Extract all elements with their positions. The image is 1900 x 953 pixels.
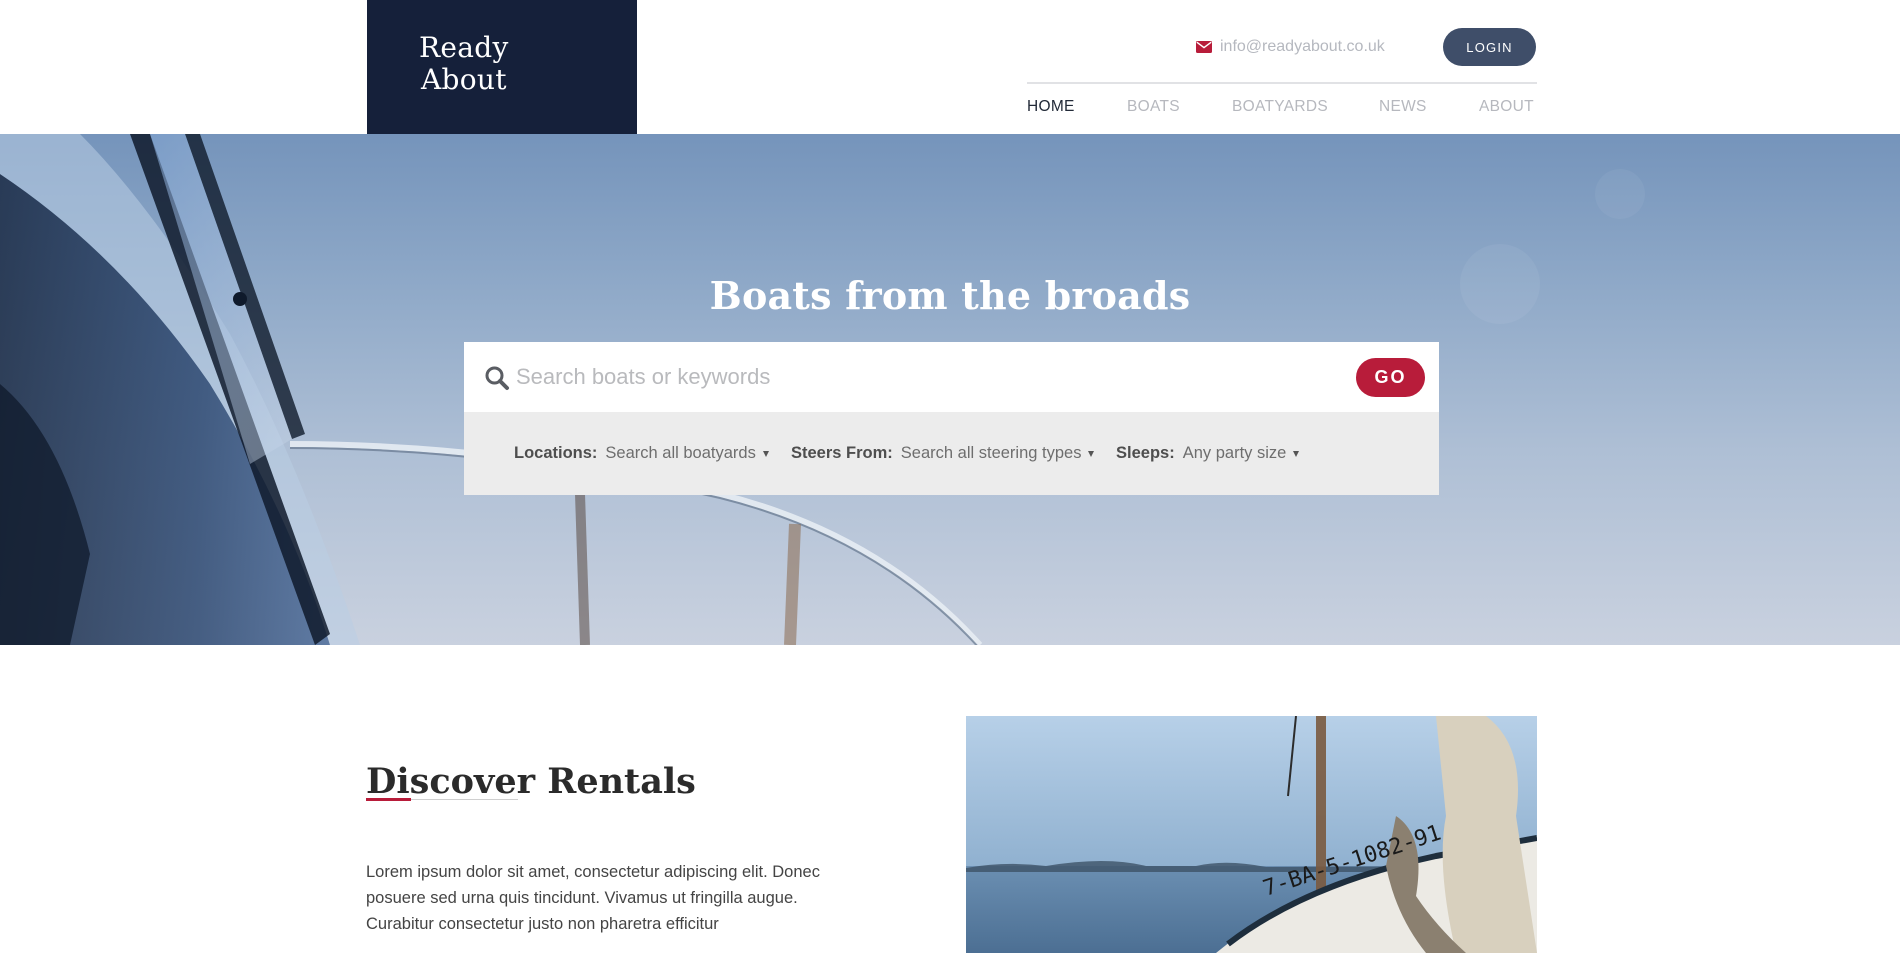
nav-divider	[1027, 82, 1537, 84]
filter-sleeps-value[interactable]: Any party size	[1183, 444, 1287, 463]
nav-item-home[interactable]: HOME	[1027, 98, 1075, 116]
hero-title: Boats from the broads	[709, 273, 1191, 319]
discover-boat-image: 7-BA-5-1082-91	[966, 716, 1537, 953]
title-divider	[366, 798, 518, 801]
filter-locations[interactable]: Locations: Search all boatyards	[514, 444, 769, 463]
discover-body: Lorem ipsum dolor sit amet, consectetur …	[366, 862, 820, 933]
filter-steers-from-label: Steers From:	[791, 444, 893, 462]
caret-down-icon	[1088, 450, 1095, 457]
discover-title: Discover Rentals	[366, 761, 696, 803]
nav-item-boats[interactable]: BOATS	[1127, 98, 1180, 116]
hero-banner: Boats from the broads GO Locations: Sear…	[0, 134, 1900, 645]
go-button[interactable]: GO	[1356, 358, 1425, 397]
contact-email[interactable]: info@readyabout.co.uk	[1196, 37, 1385, 57]
login-button[interactable]: LOGIN	[1443, 28, 1536, 66]
logo-text: Ready About	[419, 32, 579, 96]
filter-steers-from-value[interactable]: Search all steering types	[901, 444, 1082, 463]
site-header: Ready About info@readyabout.co.uk LOGIN …	[0, 0, 1900, 134]
caret-down-icon	[762, 450, 769, 457]
filter-sleeps[interactable]: Sleeps: Any party size	[1116, 444, 1300, 463]
boat-photo: 7-BA-5-1082-91	[966, 716, 1537, 953]
logo-line-1: Ready	[419, 31, 509, 64]
filter-locations-value[interactable]: Search all boatyards	[605, 444, 755, 463]
site-logo[interactable]: Ready About	[367, 0, 637, 134]
nav-item-about[interactable]: ABOUT	[1479, 98, 1534, 116]
nav-item-boatyards[interactable]: BOATYARDS	[1232, 98, 1328, 116]
filter-steers-from[interactable]: Steers From: Search all steering types	[791, 444, 1095, 463]
search-filters: Locations: Search all boatyards Steers F…	[464, 412, 1439, 495]
search-input[interactable]	[514, 357, 1314, 397]
envelope-icon	[1196, 41, 1212, 53]
logo-line-2: About	[421, 63, 507, 96]
nav-item-news[interactable]: NEWS	[1379, 98, 1427, 116]
filter-sleeps-label: Sleeps:	[1116, 444, 1175, 462]
main-nav: HOME BOATS BOATYARDS NEWS ABOUT	[1027, 98, 1537, 118]
search-bar: GO	[464, 342, 1439, 412]
caret-down-icon	[1293, 450, 1300, 457]
search-icon	[485, 366, 509, 390]
filter-locations-label: Locations:	[514, 444, 598, 462]
search-panel: GO Locations: Search all boatyards Steer…	[464, 342, 1439, 495]
email-link[interactable]: info@readyabout.co.uk	[1220, 38, 1385, 56]
